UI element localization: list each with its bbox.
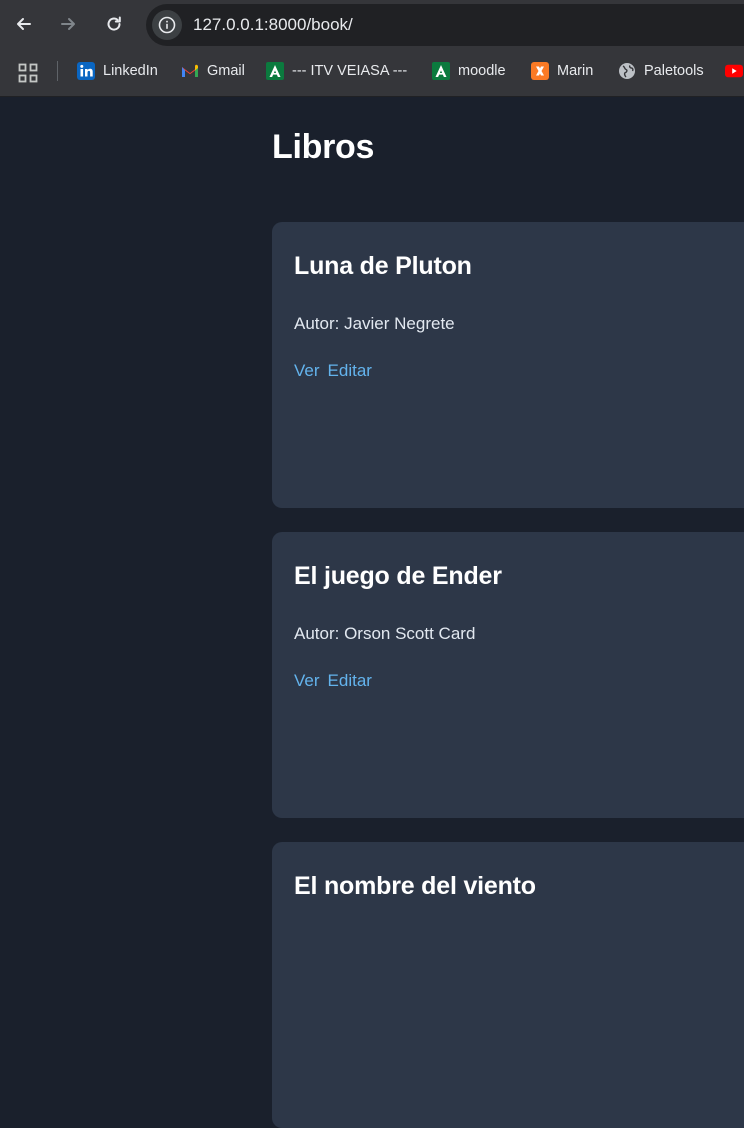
- bookmark-linkedin[interactable]: LinkedIn: [77, 60, 158, 82]
- apps-grid-icon[interactable]: [18, 63, 38, 88]
- bookmark-youtube[interactable]: [725, 60, 744, 82]
- reload-icon: [107, 16, 121, 31]
- bookmark-label: moodle: [458, 63, 506, 79]
- bookmarks-separator: [57, 61, 58, 81]
- edit-link[interactable]: Editar: [328, 671, 372, 690]
- forward-button[interactable]: [53, 9, 83, 39]
- book-card: Luna de Pluton Autor: Javier Negrete Ver…: [272, 222, 744, 508]
- address-bar[interactable]: 127.0.0.1:8000/book/: [146, 4, 744, 46]
- bookmark-moodle[interactable]: moodle: [432, 60, 506, 82]
- page-title: Libros: [272, 128, 375, 166]
- bookmark-label: LinkedIn: [103, 63, 158, 79]
- youtube-icon: [725, 62, 743, 80]
- url-text[interactable]: 127.0.0.1:8000/book/: [193, 15, 353, 35]
- bookmark-marin[interactable]: Marin: [531, 60, 593, 82]
- book-author: Autor: Javier Negrete: [294, 314, 455, 333]
- xampp-icon: [531, 62, 549, 80]
- edit-link[interactable]: Editar: [328, 361, 372, 380]
- reload-button[interactable]: [99, 9, 129, 39]
- book-title: Luna de Pluton: [294, 252, 472, 280]
- book-card: El nombre del viento: [272, 842, 744, 1128]
- site-info-button[interactable]: [152, 10, 182, 40]
- book-author: Autor: Orson Scott Card: [294, 624, 476, 643]
- browser-toolbar: 127.0.0.1:8000/book/: [0, 0, 744, 50]
- bookmark-label: Marin: [557, 63, 594, 79]
- book-title: El juego de Ender: [294, 562, 502, 590]
- bookmark-label: --- ITV VEIASA ---: [292, 63, 408, 79]
- view-link[interactable]: Ver: [294, 671, 320, 690]
- gmail-icon: [181, 62, 199, 80]
- info-icon: [158, 16, 176, 34]
- arrow-right-icon: [61, 18, 75, 30]
- back-button[interactable]: [9, 9, 39, 39]
- book-actions: Ver Editar: [294, 671, 380, 691]
- bookmark-gmail[interactable]: Gmail: [181, 60, 245, 82]
- andalucia-icon: [432, 62, 450, 80]
- globe-icon: [618, 62, 636, 80]
- bookmark-paletools[interactable]: Paletools: [618, 60, 704, 82]
- andalucia-icon: [266, 62, 284, 80]
- bookmark-label: Paletools: [644, 63, 704, 79]
- bookmark-label: Gmail: [207, 63, 245, 79]
- bookmark-itv-veiasa[interactable]: --- ITV VEIASA ---: [266, 60, 407, 82]
- book-title: El nombre del viento: [294, 872, 536, 900]
- view-link[interactable]: Ver: [294, 361, 320, 380]
- linkedin-icon: [77, 62, 95, 80]
- book-actions: Ver Editar: [294, 361, 380, 381]
- book-card: El juego de Ender Autor: Orson Scott Car…: [272, 532, 744, 818]
- arrow-left-icon: [17, 18, 31, 30]
